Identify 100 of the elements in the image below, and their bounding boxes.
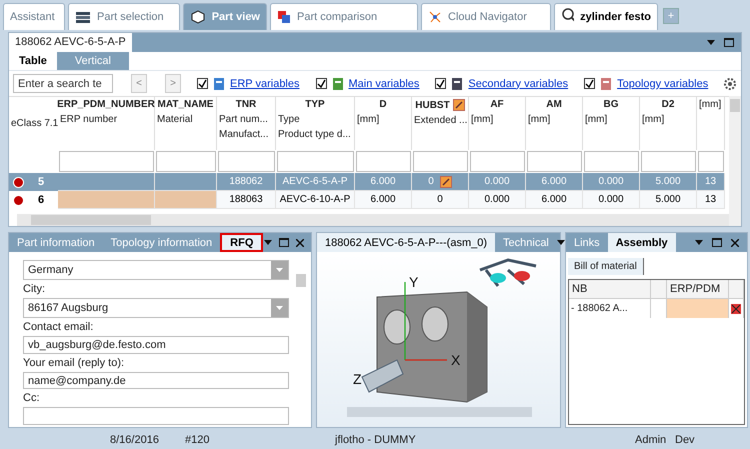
panel-tab[interactable]: RFQ	[220, 233, 264, 252]
field-label: Cc:	[23, 392, 40, 404]
top-tab[interactable]: Assistant	[3, 3, 65, 30]
part-model-drawing: Y X Z	[317, 252, 560, 427]
checkbox[interactable]	[316, 78, 326, 89]
column-header: NB	[569, 280, 651, 299]
network-icon	[428, 10, 442, 24]
bill-of-material-tab[interactable]: Bill of material	[568, 258, 644, 275]
column-description: ERP number	[59, 114, 118, 125]
table-cell: 5.000	[640, 173, 697, 191]
layers-icon	[75, 10, 91, 24]
variables-link[interactable]: Secondary variables	[468, 78, 568, 90]
table-cell: 13	[697, 191, 725, 209]
field-label: City:	[23, 283, 46, 295]
filter-field[interactable]	[218, 151, 275, 172]
column-description: [mm]	[527, 114, 550, 125]
panel-title: 188062 AEVC-6-5-A-P	[9, 33, 132, 52]
pencil-icon[interactable]	[452, 99, 465, 111]
filter-field[interactable]	[277, 151, 354, 172]
variables-icon	[599, 76, 614, 90]
status-role: Admin	[635, 434, 668, 446]
vertical-scrollbar[interactable]	[729, 96, 741, 226]
column-header[interactable]: AF	[490, 99, 504, 110]
maximize-icon[interactable]	[723, 36, 735, 48]
search-field[interactable]: Enter a search te	[13, 74, 113, 93]
column-description: Type	[277, 114, 300, 125]
cube-icon	[190, 10, 206, 24]
table-cell: 0.000	[469, 173, 526, 191]
status-number: #120	[185, 434, 210, 446]
dropdown-field[interactable]: Germany	[23, 260, 289, 280]
table-cell: 0.000	[583, 173, 640, 191]
panel-tab[interactable]: 188062 AEVC-6-5-A-P---(asm_0)	[317, 233, 496, 252]
table-cell: AEVC-6-5-A-P	[276, 173, 355, 191]
close-icon[interactable]	[729, 236, 741, 248]
table-cell: 188063	[217, 191, 276, 209]
table-cell: 5.000	[640, 191, 697, 209]
checkbox[interactable]	[197, 78, 208, 89]
column-header[interactable]: AM	[546, 99, 562, 110]
column-description: Material	[156, 114, 193, 125]
variables-link[interactable]: Topology variables	[617, 78, 708, 90]
column-header[interactable]: HUBST	[415, 99, 465, 111]
maximize-icon[interactable]	[279, 236, 290, 248]
column-header[interactable]: BG	[604, 99, 618, 110]
checkbox[interactable]	[435, 78, 446, 89]
top-tab[interactable]: Part comparison	[270, 3, 418, 30]
assembly-item[interactable]: - 188062 A...	[569, 299, 651, 318]
top-tab[interactable]: zylinder festo	[554, 3, 658, 30]
column-description: [mm]	[584, 114, 608, 125]
table-cell: 6.000	[355, 173, 412, 191]
filter-field[interactable]	[156, 151, 216, 172]
top-tab[interactable]: Part selection	[68, 3, 180, 30]
table-cell: 0	[412, 173, 469, 191]
caret-icon	[276, 306, 283, 310]
column-header[interactable]: TYP	[305, 99, 325, 110]
input-field[interactable]: vb_augsburg@de.festo.com	[23, 336, 289, 354]
column-description: Manufact...	[218, 129, 268, 140]
table-cell: 188062	[217, 173, 276, 191]
filter-field[interactable]	[356, 151, 411, 172]
variables-link[interactable]: Main variables	[348, 78, 420, 90]
column-header[interactable]: MAT_NAME	[158, 99, 214, 110]
column-description: Extended ...	[413, 115, 468, 126]
variables-icon	[330, 76, 344, 90]
column-description: Product type d...	[277, 129, 351, 140]
column-header[interactable]: TNR	[236, 99, 256, 110]
column-description: [mm]	[356, 114, 380, 125]
horizontal-scrollbar[interactable]	[17, 214, 729, 226]
settings-icon[interactable]	[723, 76, 737, 90]
column-header[interactable]: D2	[662, 99, 674, 110]
top-tab[interactable]: Cloud Navigator	[421, 3, 551, 30]
delete-icon[interactable]	[731, 304, 741, 314]
table-cell: 6.000	[526, 173, 583, 191]
close-icon[interactable]	[295, 236, 305, 248]
filter-field[interactable]	[527, 151, 582, 172]
filter-field[interactable]	[584, 151, 639, 172]
input-field[interactable]	[23, 407, 289, 426]
variables-link[interactable]: ERP variables	[230, 78, 300, 90]
pencil-icon[interactable]	[440, 176, 452, 188]
status-user: jflotho - DUMMY	[335, 434, 417, 446]
filter-field[interactable]	[59, 151, 154, 172]
dropdown-field[interactable]: 86167 Augsburg	[23, 298, 289, 318]
panel-tab[interactable]: Assembly	[608, 233, 676, 252]
checkbox[interactable]	[584, 78, 596, 89]
table-cell: 6.000	[526, 191, 583, 209]
status-mode: Dev	[675, 434, 696, 446]
column-header[interactable]: D	[379, 99, 387, 110]
compare-icon	[277, 10, 291, 24]
filter-field[interactable]	[470, 151, 525, 172]
filter-field[interactable]	[641, 151, 696, 172]
table-cell: 0.000	[583, 191, 640, 209]
filter-field[interactable]	[413, 151, 468, 172]
table-cell: 6.000	[355, 191, 412, 209]
column-header[interactable]: ERP_PDM_NUMBER	[57, 99, 155, 110]
maximize-icon[interactable]	[711, 236, 723, 248]
input-field[interactable]: name@company.de	[23, 372, 289, 390]
table-cell: 0	[412, 191, 469, 209]
filter-field[interactable]	[698, 151, 724, 172]
status-date: 8/16/2016	[110, 434, 160, 446]
table-cell: 13	[697, 173, 725, 191]
variables-icon	[212, 76, 226, 90]
column-description: [mm]	[470, 114, 494, 125]
